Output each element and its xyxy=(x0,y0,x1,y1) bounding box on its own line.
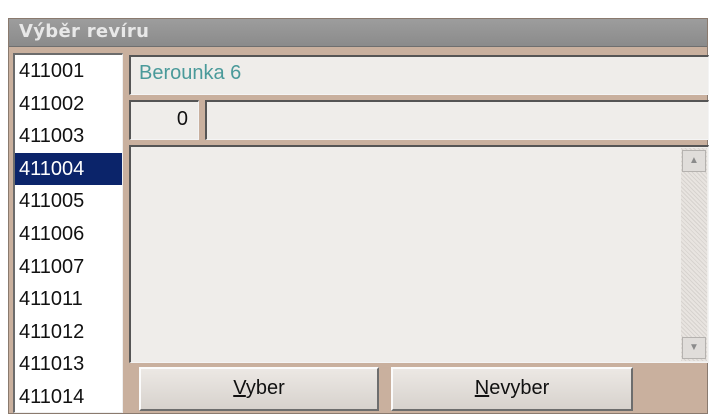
deselect-button-label: Nevyber xyxy=(474,377,550,399)
deselect-button[interactable]: Nevyber xyxy=(391,367,633,411)
extra-field[interactable] xyxy=(205,100,709,140)
title-bar[interactable]: Výběr revíru xyxy=(9,19,707,47)
list-item[interactable]: 411003 xyxy=(15,120,122,153)
window-title: Výběr revíru xyxy=(19,21,150,42)
revir-name-field[interactable]: Berounka 6 xyxy=(129,55,709,95)
scroll-down-icon[interactable]: ▼ xyxy=(682,337,706,359)
list-item[interactable]: 411002 xyxy=(15,88,122,121)
list-item[interactable]: 411011 xyxy=(15,283,122,316)
number-field[interactable]: 0 xyxy=(129,100,199,140)
revir-list[interactable]: 411001 411002 411003 411004 411005 41100… xyxy=(13,53,123,413)
select-button[interactable]: Vyber xyxy=(139,367,379,411)
revir-select-window: Výběr revíru 411001 411002 411003 411004… xyxy=(8,18,709,414)
list-item[interactable]: 411007 xyxy=(15,251,122,284)
memo-area[interactable]: ▲ ▼ xyxy=(129,145,709,363)
list-item[interactable]: 411006 xyxy=(15,218,122,251)
list-item[interactable]: 411005 xyxy=(15,185,122,218)
list-item[interactable]: 411013 xyxy=(15,348,122,381)
list-item-selected[interactable]: 411004 xyxy=(15,152,122,186)
vertical-scrollbar[interactable]: ▲ ▼ xyxy=(681,148,707,361)
list-item[interactable]: 411012 xyxy=(15,316,122,349)
scroll-up-icon[interactable]: ▲ xyxy=(682,150,706,172)
list-item[interactable]: 411014 xyxy=(15,381,122,412)
select-button-label: Vyber xyxy=(233,377,285,399)
list-item[interactable]: 411001 xyxy=(15,55,122,88)
